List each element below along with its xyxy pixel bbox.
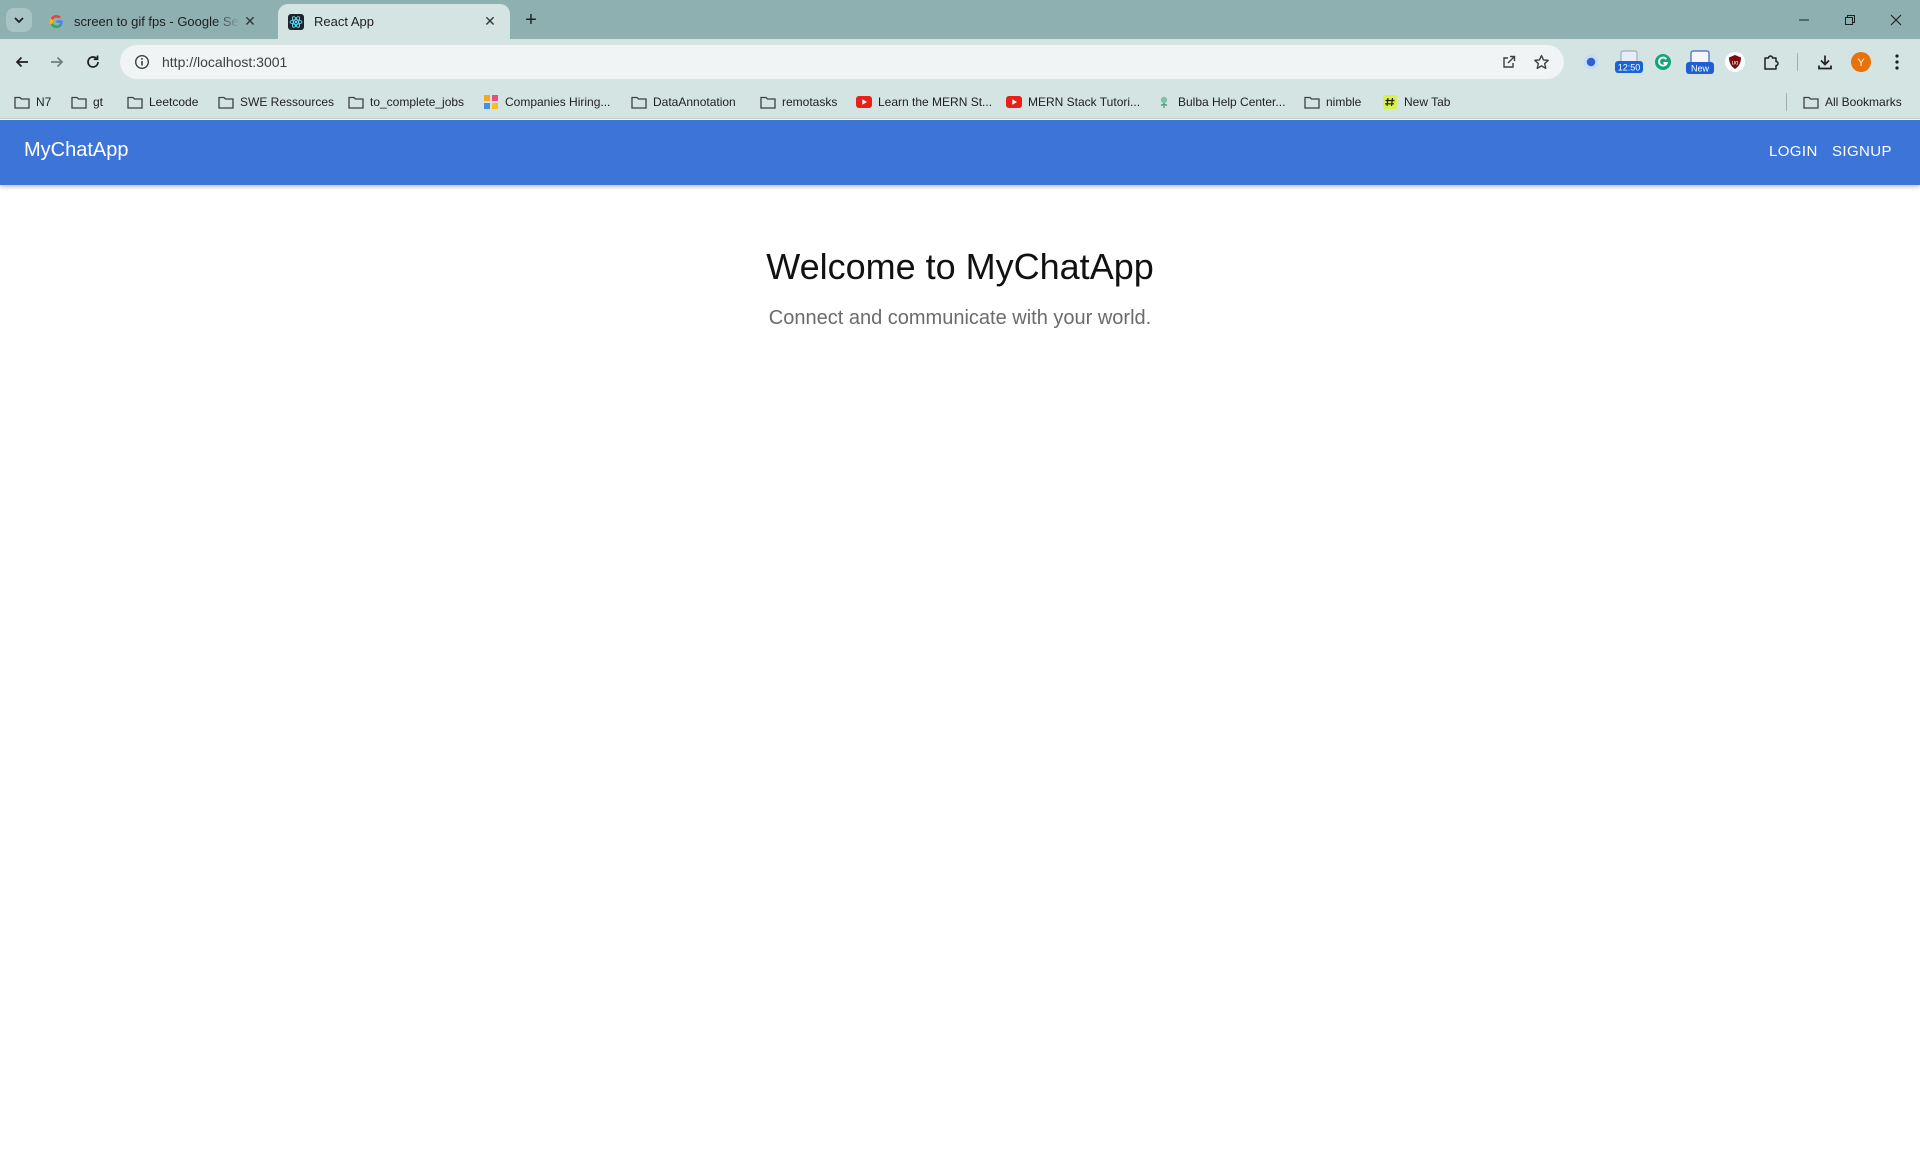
hash-icon: [1382, 95, 1398, 109]
kebab-menu-icon[interactable]: [1884, 49, 1910, 75]
grammarly-icon[interactable]: [1650, 49, 1676, 75]
restore-button[interactable]: [1834, 6, 1866, 34]
bookmark-dataannotation[interactable]: DataAnnotation: [631, 93, 736, 111]
youtube-icon: [856, 95, 872, 109]
profile-avatar[interactable]: Y: [1848, 49, 1874, 75]
bookmark-label: Learn the MERN St...: [878, 95, 993, 109]
new-tab-button[interactable]: +: [519, 8, 543, 32]
bookmark-label: Leetcode: [149, 95, 199, 109]
reload-button[interactable]: [79, 48, 107, 76]
tab-search-button[interactable]: [6, 8, 32, 32]
leaf-icon: [1156, 95, 1172, 109]
bookmark-label: SWE Ressources: [240, 95, 335, 109]
folder-icon: [218, 95, 234, 109]
folder-icon: [127, 95, 143, 109]
info-icon[interactable]: [128, 48, 156, 76]
arrow-left-icon: [15, 56, 28, 68]
all-bookmarks[interactable]: All Bookmarks: [1803, 93, 1902, 111]
url-text[interactable]: http://localhost:3001: [162, 54, 287, 70]
download-icon[interactable]: [1812, 49, 1838, 75]
close-icon[interactable]: ✕: [240, 12, 260, 32]
tab-title: screen to gif fps - Google Search: [74, 14, 240, 29]
bookmark-bulba-help[interactable]: Bulba Help Center...: [1156, 93, 1285, 111]
calendar-extension-icon[interactable]: 12:50: [1614, 49, 1644, 75]
folder-icon: [1304, 95, 1320, 109]
bookmark-swe-ressources[interactable]: SWE Ressources: [218, 93, 334, 111]
minimize-button[interactable]: [1788, 6, 1820, 34]
bookmark-label: Bulba Help Center...: [1178, 95, 1286, 109]
bookmark-companies-hiring[interactable]: Companies Hiring...: [483, 93, 610, 111]
bookmark-mern-tutorial[interactable]: MERN Stack Tutori...: [1006, 93, 1140, 111]
tab-google-search[interactable]: screen to gif fps - Google Search ✕: [38, 4, 270, 39]
minimize-icon: [1799, 19, 1809, 21]
open-in-app-icon[interactable]: [1496, 49, 1522, 75]
bookmark-label: gt: [93, 95, 104, 109]
bookmark-label: DataAnnotation: [653, 95, 736, 109]
login-button[interactable]: LOGIN: [1769, 143, 1818, 160]
tab-react-app[interactable]: React App ✕: [278, 4, 510, 39]
folder-icon: [1803, 95, 1819, 109]
bookmarks-divider: [1786, 93, 1787, 111]
bookmarks-bar: N7 gt Leetcode SWE Ressources to_complet…: [0, 85, 1920, 119]
colored-grid-icon: [483, 95, 499, 109]
toolbar-divider: [1797, 53, 1798, 71]
bookmark-label: to_complete_jobs: [370, 95, 465, 109]
profile-initial: Y: [1857, 57, 1865, 69]
bookmark-gt[interactable]: gt: [71, 93, 103, 111]
hero-subtitle: Connect and communicate with your world.: [768, 307, 1152, 329]
hero-title: Welcome to MyChatApp: [766, 246, 1154, 287]
puzzle-icon[interactable]: [1758, 49, 1784, 75]
folder-icon: [760, 95, 776, 109]
arrow-right-icon: [51, 56, 64, 68]
forward-button[interactable]: [43, 48, 71, 76]
back-button[interactable]: [8, 48, 36, 76]
restore-icon: [1845, 15, 1855, 25]
star-icon[interactable]: [1528, 49, 1554, 75]
tab-strip: screen to gif fps - Google Search ✕ Reac…: [0, 0, 1920, 39]
address-bar[interactable]: http://localhost:3001: [120, 45, 1564, 79]
bookmark-label: nimble: [1326, 95, 1362, 109]
close-window-button[interactable]: [1880, 6, 1912, 34]
browser-toolbar: http://localhost:3001 12:50 New uo Y: [0, 39, 1920, 85]
svg-text:uo: uo: [1732, 61, 1739, 67]
youtube-icon: [1006, 95, 1022, 109]
google-g-icon: [48, 14, 64, 30]
ublock-icon[interactable]: uo: [1722, 49, 1748, 75]
bookmark-nimble[interactable]: nimble: [1304, 93, 1361, 111]
bookmark-label: remotasks: [782, 95, 838, 109]
bookmark-n7[interactable]: N7: [14, 93, 51, 111]
bookmark-label: MERN Stack Tutori...: [1028, 95, 1141, 109]
bookmark-label: New Tab: [1404, 95, 1451, 109]
folder-icon: [348, 95, 364, 109]
bookmark-new-tab[interactable]: New Tab: [1382, 93, 1450, 111]
tab-title: React App: [314, 14, 374, 29]
new-extension-icon[interactable]: New: [1685, 49, 1715, 75]
reload-icon: [87, 55, 99, 68]
bookmark-label: Companies Hiring...: [505, 95, 611, 109]
close-icon: [1890, 14, 1902, 26]
bookmark-label: N7: [36, 95, 52, 109]
react-icon: [288, 13, 304, 30]
chevron-down-icon: [14, 17, 24, 24]
bookmark-remotasks[interactable]: remotasks: [760, 93, 837, 111]
folder-icon: [14, 95, 30, 109]
plus-icon: +: [525, 8, 537, 31]
bookmark-leetcode[interactable]: Leetcode: [127, 93, 198, 111]
folder-icon: [631, 95, 647, 109]
folder-icon: [71, 95, 87, 109]
app-navbar: MyChatApp LOGIN SIGNUP: [0, 120, 1920, 185]
new-badge-text: New: [1691, 64, 1710, 74]
all-bookmarks-label: All Bookmarks: [1825, 95, 1902, 109]
signup-button[interactable]: SIGNUP: [1832, 143, 1892, 160]
calendar-badge-text: 12:50: [1618, 63, 1641, 73]
close-icon[interactable]: ✕: [480, 12, 500, 32]
app-brand[interactable]: MyChatApp: [24, 139, 129, 162]
bookmark-learn-mern[interactable]: Learn the MERN St...: [856, 93, 992, 111]
record-extension-icon[interactable]: [1578, 49, 1604, 75]
bookmark-to-complete-jobs[interactable]: to_complete_jobs: [348, 93, 464, 111]
